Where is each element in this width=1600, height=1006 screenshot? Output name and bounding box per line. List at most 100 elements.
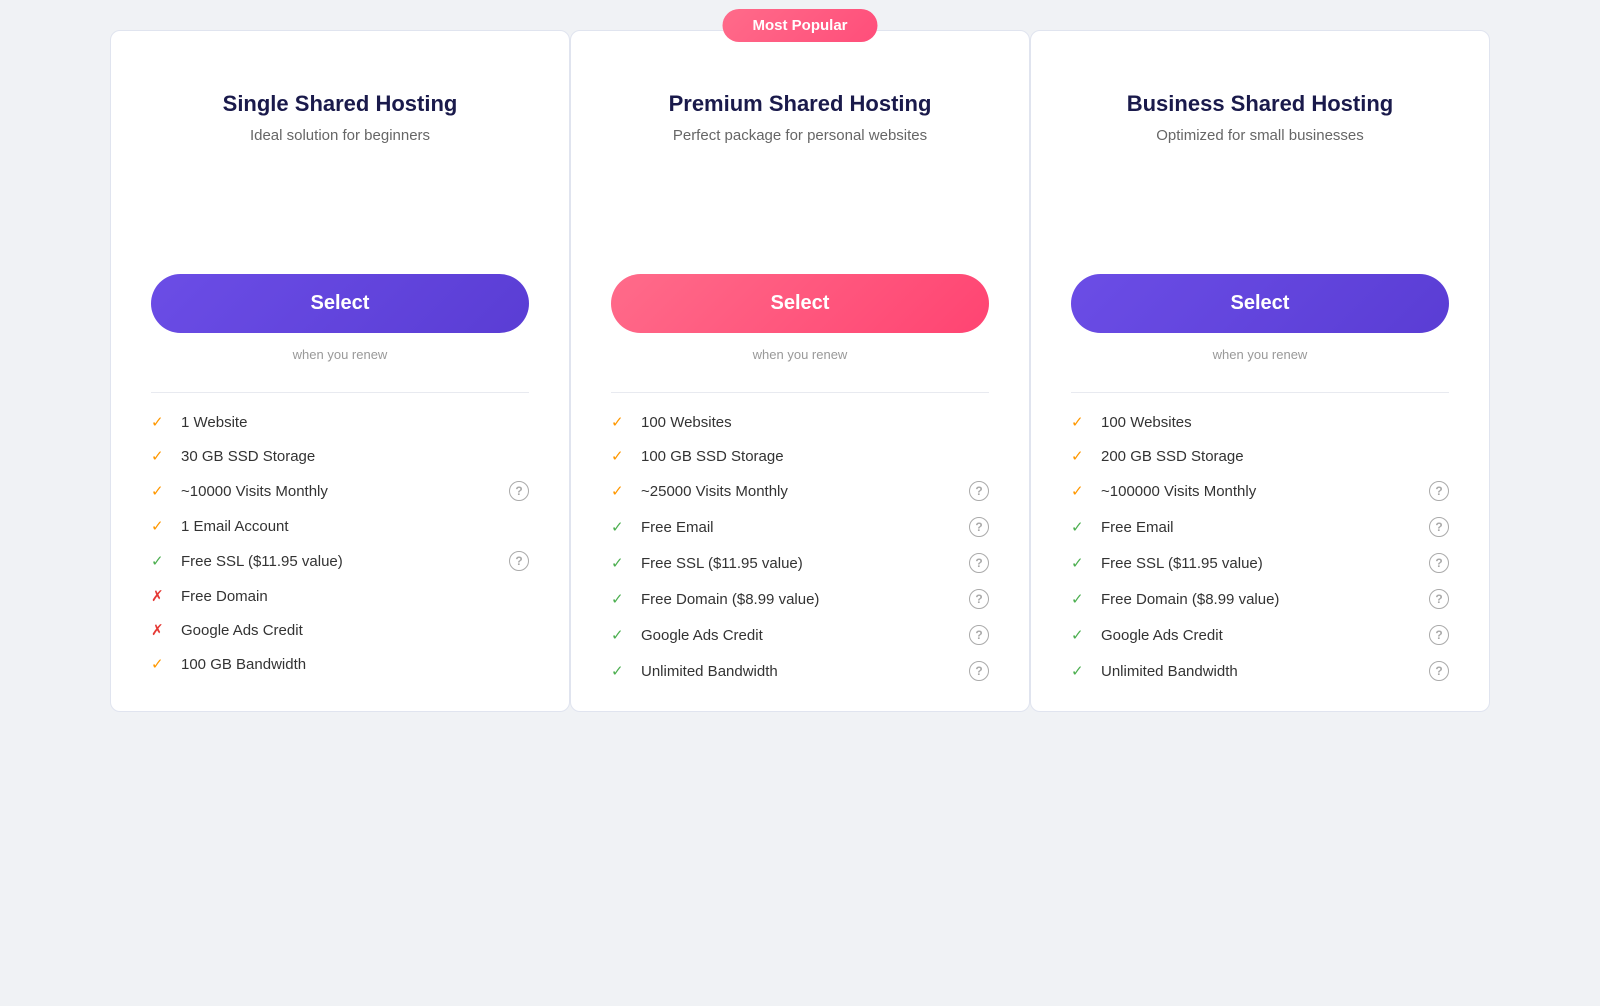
feature-check-icon: ✓ (1071, 482, 1091, 500)
feature-item: ✓ 200 GB SSD Storage (1071, 447, 1449, 465)
feature-item: ✓ Free Domain ($8.99 value) ? (611, 589, 989, 609)
feature-item: ✓ Unlimited Bandwidth ? (611, 661, 989, 681)
feature-check-icon: ✓ (151, 447, 171, 465)
feature-check-icon: ✓ (1071, 518, 1091, 536)
select-button-business[interactable]: Select (1071, 274, 1449, 333)
feature-text: Free Email (1101, 519, 1419, 536)
feature-check-icon: ✓ (611, 590, 631, 608)
feature-item: ✓ Free Email ? (611, 517, 989, 537)
help-icon[interactable]: ? (509, 481, 529, 501)
feature-item: ✓ 100 Websites (611, 413, 989, 431)
help-icon[interactable]: ? (1429, 517, 1449, 537)
select-button-premium[interactable]: Select (611, 274, 989, 333)
feature-check-icon: ✓ (1071, 626, 1091, 644)
feature-text: Unlimited Bandwidth (1101, 663, 1419, 680)
feature-check-icon: ✓ (151, 482, 171, 500)
feature-text: 30 GB SSD Storage (181, 448, 529, 465)
feature-check-icon: ✓ (611, 413, 631, 431)
feature-text: Unlimited Bandwidth (641, 663, 959, 680)
feature-text: Free Domain (181, 588, 529, 605)
plan-subtitle-single: Ideal solution for beginners (151, 127, 529, 144)
feature-text: 100 Websites (1101, 414, 1449, 431)
feature-text: Free SSL ($11.95 value) (181, 553, 499, 570)
feature-check-icon: ✓ (611, 447, 631, 465)
feature-item: ✓ Google Ads Credit ? (1071, 625, 1449, 645)
feature-text: 1 Email Account (181, 518, 529, 535)
popular-badge: Most Popular (722, 9, 877, 42)
plan-subtitle-premium: Perfect package for personal websites (611, 127, 989, 144)
plan-title-premium: Premium Shared Hosting (611, 91, 989, 117)
plan-card-single: Single Shared Hosting Ideal solution for… (110, 30, 570, 712)
feature-item: ✓ ~10000 Visits Monthly ? (151, 481, 529, 501)
feature-item: ✓ 1 Email Account (151, 517, 529, 535)
help-icon[interactable]: ? (969, 517, 989, 537)
feature-check-icon: ✓ (151, 517, 171, 535)
feature-text: 200 GB SSD Storage (1101, 448, 1449, 465)
help-icon[interactable]: ? (969, 625, 989, 645)
feature-list-premium: ✓ 100 Websites ✓ 100 GB SSD Storage ✓ ~2… (611, 413, 989, 681)
feature-check-icon: ✓ (611, 518, 631, 536)
renew-text-single: when you renew (151, 347, 529, 362)
feature-text: Google Ads Credit (181, 622, 529, 639)
feature-check-icon: ✓ (1071, 413, 1091, 431)
feature-text: 100 GB Bandwidth (181, 656, 529, 673)
feature-item: ✓ Free SSL ($11.95 value) ? (1071, 553, 1449, 573)
feature-text: Free SSL ($11.95 value) (1101, 555, 1419, 572)
feature-text: Google Ads Credit (641, 627, 959, 644)
feature-item: ✓ 100 Websites (1071, 413, 1449, 431)
help-icon[interactable]: ? (509, 551, 529, 571)
feature-text: Free Email (641, 519, 959, 536)
feature-item: ✓ Free Email ? (1071, 517, 1449, 537)
feature-item: ✓ 100 GB Bandwidth (151, 655, 529, 673)
help-icon[interactable]: ? (1429, 661, 1449, 681)
feature-text: Free Domain ($8.99 value) (641, 591, 959, 608)
feature-check-icon: ✓ (611, 662, 631, 680)
divider-premium (611, 392, 989, 393)
help-icon[interactable]: ? (969, 481, 989, 501)
feature-item: ✓ 100 GB SSD Storage (611, 447, 989, 465)
plan-title-single: Single Shared Hosting (151, 91, 529, 117)
feature-text: 100 GB SSD Storage (641, 448, 989, 465)
feature-item: ✓ Unlimited Bandwidth ? (1071, 661, 1449, 681)
help-icon[interactable]: ? (969, 661, 989, 681)
feature-item: ✓ ~25000 Visits Monthly ? (611, 481, 989, 501)
feature-check-icon: ✓ (1071, 447, 1091, 465)
plan-card-premium: Most Popular Premium Shared Hosting Perf… (570, 30, 1030, 712)
price-area-business (1071, 174, 1449, 254)
feature-item: ✓ ~100000 Visits Monthly ? (1071, 481, 1449, 501)
help-icon[interactable]: ? (1429, 481, 1449, 501)
divider-business (1071, 392, 1449, 393)
feature-check-icon: ✓ (1071, 662, 1091, 680)
pricing-table: Single Shared Hosting Ideal solution for… (110, 30, 1490, 712)
plan-subtitle-business: Optimized for small businesses (1071, 127, 1449, 144)
help-icon[interactable]: ? (969, 553, 989, 573)
feature-text: 100 Websites (641, 414, 989, 431)
feature-check-icon: ✓ (151, 552, 171, 570)
feature-item: ✓ Free SSL ($11.95 value) ? (611, 553, 989, 573)
feature-item: ✓ Google Ads Credit ? (611, 625, 989, 645)
feature-check-icon: ✓ (151, 655, 171, 673)
feature-text: Free SSL ($11.95 value) (641, 555, 959, 572)
feature-check-icon: ✗ (151, 621, 171, 639)
feature-check-icon: ✓ (611, 554, 631, 572)
feature-check-icon: ✓ (1071, 590, 1091, 608)
help-icon[interactable]: ? (1429, 589, 1449, 609)
feature-item: ✓ Free Domain ($8.99 value) ? (1071, 589, 1449, 609)
feature-list-business: ✓ 100 Websites ✓ 200 GB SSD Storage ✓ ~1… (1071, 413, 1449, 681)
feature-list-single: ✓ 1 Website ✓ 30 GB SSD Storage ✓ ~10000… (151, 413, 529, 673)
select-button-single[interactable]: Select (151, 274, 529, 333)
feature-item: ✗ Free Domain (151, 587, 529, 605)
help-icon[interactable]: ? (969, 589, 989, 609)
feature-text: ~10000 Visits Monthly (181, 483, 499, 500)
price-area-premium (611, 174, 989, 254)
feature-item: ✓ 1 Website (151, 413, 529, 431)
feature-text: 1 Website (181, 414, 529, 431)
feature-item: ✓ 30 GB SSD Storage (151, 447, 529, 465)
feature-text: ~25000 Visits Monthly (641, 483, 959, 500)
help-icon[interactable]: ? (1429, 625, 1449, 645)
help-icon[interactable]: ? (1429, 553, 1449, 573)
feature-check-icon: ✓ (611, 482, 631, 500)
feature-item: ✗ Google Ads Credit (151, 621, 529, 639)
price-area-single (151, 174, 529, 254)
feature-text: Free Domain ($8.99 value) (1101, 591, 1419, 608)
